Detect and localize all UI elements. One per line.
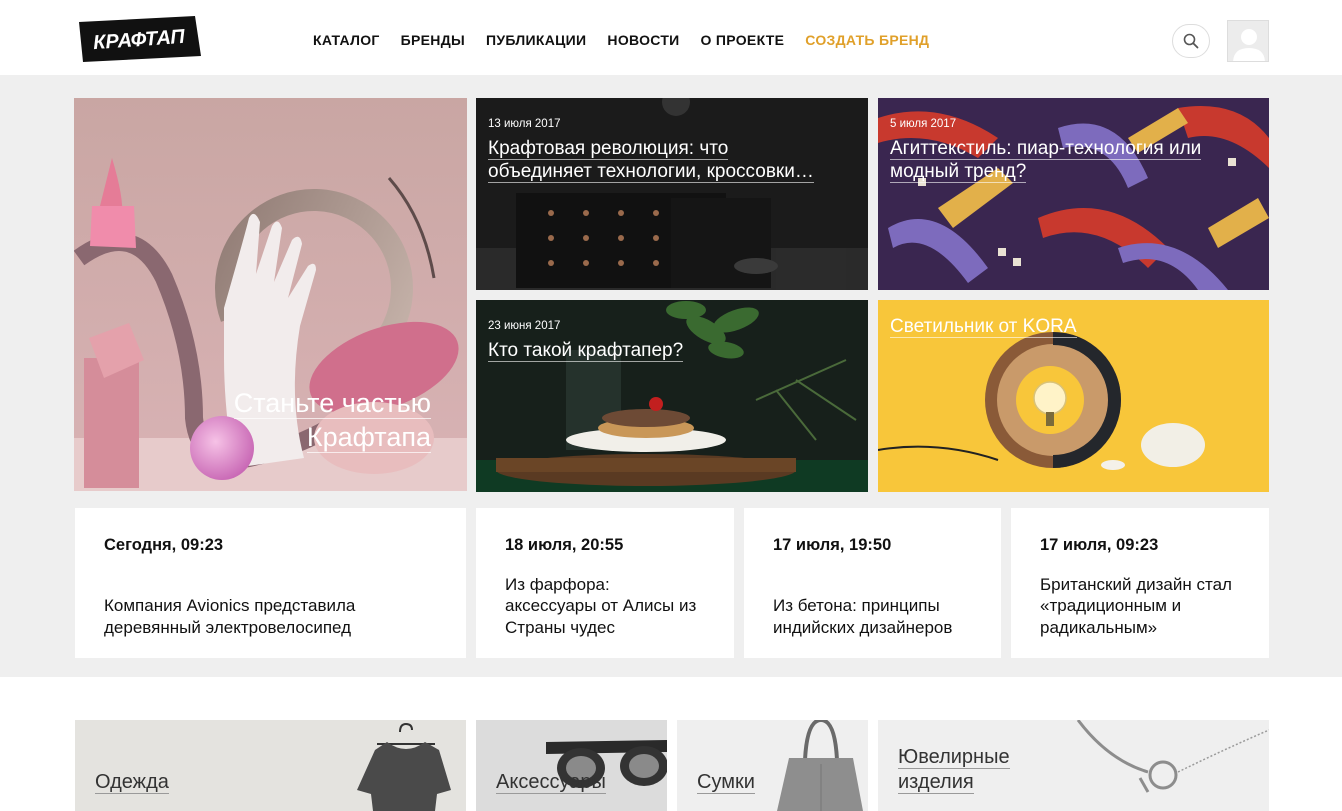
article-tile[interactable]: 23 июня 2017 Кто такой крафтапер?: [476, 300, 868, 492]
category-label: Одежда: [95, 770, 169, 795]
article-tile[interactable]: Светильник от KORA: [878, 300, 1269, 492]
news-text-line: Британский дизайн стал: [1040, 574, 1232, 594]
category-label-line1: Одежда: [95, 771, 169, 794]
glasses-image: [546, 740, 667, 788]
category-accessories[interactable]: Аксессуары: [476, 720, 667, 811]
news-text[interactable]: Из фарфора: аксессуары от Алисы из Стран…: [505, 574, 718, 639]
news-text-line: аксессуары от Алисы из: [505, 596, 697, 615]
category-clothing[interactable]: Одежда: [75, 720, 466, 811]
article-date: 5 июля 2017: [890, 118, 957, 130]
nav-brands[interactable]: БРЕНДЫ: [401, 32, 465, 48]
nav-about[interactable]: О ПРОЕКТЕ: [701, 32, 785, 48]
user-icon: [1233, 29, 1265, 61]
article-title[interactable]: Кто такой крафтапер?: [488, 339, 852, 362]
kraftap-logo[interactable]: КРАФТАП: [75, 16, 203, 62]
search-button[interactable]: [1172, 24, 1210, 58]
nav-publications[interactable]: ПУБЛИКАЦИИ: [486, 32, 586, 48]
news-text-line: деревянный электровелосипед: [104, 617, 352, 637]
news-card[interactable]: Сегодня, 09:23 Компания Avionics предста…: [75, 508, 466, 658]
article-title[interactable]: Светильник от KORA: [890, 315, 1253, 338]
news-date: Сегодня, 09:23: [104, 536, 224, 554]
nav-news[interactable]: НОВОСТИ: [607, 32, 679, 48]
category-jewelry[interactable]: Ювелирные изделия: [878, 720, 1269, 811]
news-card[interactable]: 18 июля, 20:55 Из фарфора: аксессуары от…: [476, 508, 734, 658]
user-avatar[interactable]: [1227, 20, 1269, 62]
news-text-line: Компания Avionics представила: [104, 596, 356, 615]
article-date: 13 июля 2017: [488, 118, 561, 130]
hero-title[interactable]: Станьте частью Крафтапа: [233, 386, 431, 454]
nav-create-brand[interactable]: СОЗДАТЬ БРЕНД: [805, 32, 929, 48]
article-title[interactable]: Агиттекстиль: пиар-технология или модный…: [890, 137, 1253, 183]
news-card[interactable]: 17 июля, 19:50 Из бетона: принципы индий…: [744, 508, 1001, 658]
news-date: 17 июля, 19:50: [773, 536, 892, 554]
article-title-line1: Крафтовая революция: что: [488, 138, 729, 160]
site-header: КРАФТАП КАТАЛОГ БРЕНДЫ ПУБЛИКАЦИИ НОВОСТ…: [0, 0, 1342, 75]
article-title-line2: модный тренд?: [890, 161, 1027, 183]
news-date: 18 июля, 20:55: [505, 536, 624, 554]
category-label-line2: изделия: [898, 771, 974, 794]
article-title[interactable]: Крафтовая революция: что объединяет техн…: [488, 137, 852, 183]
news-date: 17 июля, 09:23: [1040, 536, 1159, 554]
news-text[interactable]: Компания Avionics представила деревянный…: [104, 595, 450, 638]
news-text-line: Страны чудес: [505, 617, 615, 637]
news-text-line: «традиционным и: [1040, 596, 1182, 615]
news-text[interactable]: Британский дизайн стал «традиционным и р…: [1040, 574, 1253, 639]
article-title-line1: Агиттекстиль: пиар-технология или: [890, 138, 1202, 160]
category-bags[interactable]: Сумки: [677, 720, 868, 811]
category-label-line1: Сумки: [697, 771, 755, 794]
hero-title-line2: Крафтапа: [306, 422, 431, 453]
search-icon: [1183, 33, 1199, 49]
hero-title-line1: Станьте частью: [233, 388, 431, 419]
news-text-line: Из фарфора:: [505, 574, 610, 594]
article-title-line1: Кто такой крафтапер?: [488, 340, 684, 362]
main-nav: КАТАЛОГ БРЕНДЫ ПУБЛИКАЦИИ НОВОСТИ О ПРОЕ…: [313, 32, 929, 48]
news-text-line: радикальным»: [1040, 617, 1158, 637]
article-tile[interactable]: 5 июля 2017 Агиттекстиль: пиар-технологи…: [878, 98, 1269, 290]
category-label: Сумки: [697, 770, 755, 795]
category-label-line1: Ювелирные: [898, 746, 1010, 769]
hero-tile[interactable]: Станьте частью Крафтапа: [74, 98, 467, 491]
news-text-line: индийских дизайнеров: [773, 617, 953, 637]
article-title-line1: Светильник от KORA: [890, 316, 1077, 338]
category-label: Аксессуары: [496, 770, 606, 795]
news-text-line: Из бетона: принципы: [773, 596, 940, 615]
category-label: Ювелирные изделия: [898, 745, 1010, 795]
article-date: 23 июня 2017: [488, 320, 561, 332]
nav-catalog[interactable]: КАТАЛОГ: [313, 32, 380, 48]
category-label-line1: Аксессуары: [496, 771, 606, 794]
article-tile[interactable]: 13 июля 2017 Крафтовая революция: что об…: [476, 98, 868, 290]
bag-image: [777, 720, 863, 811]
dress-image: [357, 722, 451, 811]
news-card[interactable]: 17 июля, 09:23 Британский дизайн стал «т…: [1011, 508, 1269, 658]
news-text[interactable]: Из бетона: принципы индийских дизайнеров: [773, 595, 985, 638]
article-title-line2: объединяет технологии, кроссовки…: [488, 161, 814, 183]
